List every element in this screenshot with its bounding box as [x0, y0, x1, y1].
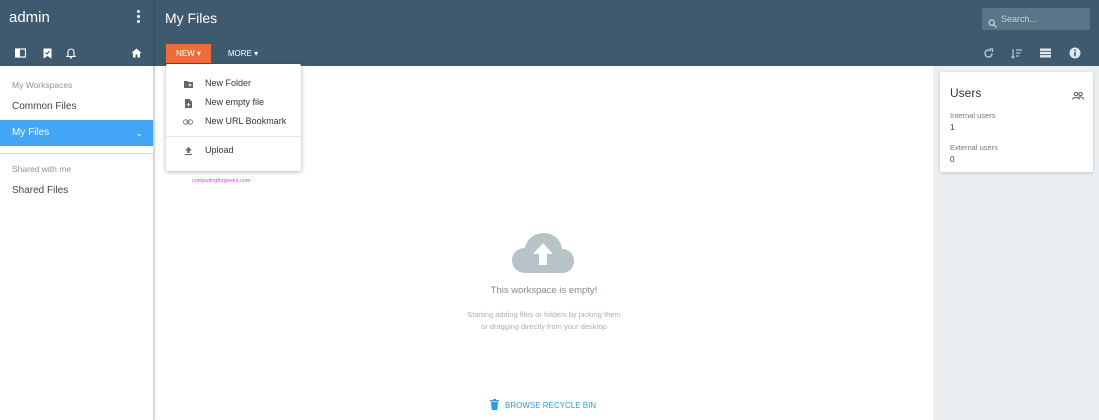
upload-icon	[183, 146, 193, 156]
trash-icon	[490, 399, 499, 412]
empty-desc-line-1: Starting adding files or folders by pick…	[467, 310, 621, 319]
username[interactable]: admin	[9, 9, 50, 26]
sidebar-item-common-files[interactable]: Common Files	[0, 94, 153, 120]
search-placeholder: Search...	[1001, 14, 1038, 24]
sidebar-item-label: My Files	[12, 127, 50, 138]
sidebar-item-shared-files[interactable]: Shared Files	[0, 178, 153, 204]
menu-item-label: Upload	[205, 145, 234, 155]
section-my-workspaces: My Workspaces	[12, 80, 73, 90]
search-icon	[988, 14, 997, 36]
sort-icon[interactable]	[1009, 45, 1025, 61]
recycle-bin-label: BROWSE RECYCLE BIN	[505, 401, 597, 410]
menu-item-upload[interactable]: Upload	[166, 142, 301, 160]
link-icon	[183, 117, 193, 127]
watermark-text: computingforgeeks.com	[192, 178, 251, 184]
section-shared-with-me: Shared with me	[12, 164, 72, 174]
top-bar: My Files Search... NEW ▾ MORE ▾	[153, 0, 1099, 66]
refresh-icon[interactable]	[980, 45, 996, 61]
folder-add-icon	[183, 79, 193, 89]
file-add-icon	[183, 98, 193, 108]
search-input[interactable]: Search...	[982, 8, 1090, 30]
sidebar-item-label: Shared Files	[12, 185, 69, 196]
external-users-label: External users	[950, 143, 998, 152]
new-button-label: NEW	[176, 49, 195, 58]
menu-item-new-url-bookmark[interactable]: New URL Bookmark	[166, 113, 301, 131]
caret-down-icon: ▾	[251, 49, 259, 58]
internal-users-label: Internal users	[950, 111, 996, 120]
info-icon[interactable]	[1067, 45, 1083, 61]
more-button[interactable]: MORE ▾	[225, 44, 261, 63]
people-icon[interactable]	[1072, 87, 1084, 105]
empty-desc-line-2: or dragging directly from your desktop	[481, 322, 607, 331]
menu-divider	[166, 136, 301, 137]
sidebar: admin My Workspaces Common Files My File…	[0, 0, 153, 420]
bell-icon[interactable]	[64, 46, 78, 60]
empty-state-title: This workspace is empty!	[490, 285, 598, 296]
more-button-label: MORE	[227, 49, 252, 58]
users-card-title: Users	[950, 86, 982, 100]
sidebar-item-my-files[interactable]: My Files ⌄	[0, 120, 153, 146]
cloud-upload-icon	[510, 231, 576, 280]
menu-item-new-folder[interactable]: New Folder	[166, 75, 301, 93]
sidebar-toolbar	[0, 46, 153, 62]
sidebar-item-label: Common Files	[12, 101, 77, 112]
empty-state-description: Starting adding files or folders by pick…	[155, 309, 933, 333]
menu-item-label: New empty file	[205, 97, 265, 107]
menu-item-label: New Folder	[205, 78, 252, 88]
caret-down-icon: ▾	[194, 49, 201, 58]
menu-item-label: New URL Bookmark	[205, 116, 287, 126]
divider	[0, 153, 153, 154]
page-title: My Files	[165, 10, 218, 26]
internal-users-count: 1	[950, 123, 955, 132]
sidebar-header: admin	[0, 0, 153, 66]
bookmark-icon[interactable]	[40, 46, 54, 60]
external-users-count: 0	[950, 155, 955, 164]
new-dropdown-menu: New Folder New empty file New URL Bookma…	[166, 64, 301, 171]
menu-item-new-empty-file[interactable]: New empty file	[166, 94, 301, 112]
more-vert-icon[interactable]	[131, 8, 145, 26]
home-icon[interactable]	[129, 46, 143, 60]
chevron-down-icon[interactable]: ⌄	[135, 120, 143, 146]
browse-recycle-bin-button[interactable]: BROWSE RECYCLE BIN	[490, 399, 596, 412]
book-icon[interactable]	[13, 46, 27, 60]
users-card: Users Internal users 1 External users 0	[940, 72, 1093, 172]
list-view-icon[interactable]	[1037, 45, 1053, 61]
new-button[interactable]: NEW ▾	[166, 44, 211, 63]
